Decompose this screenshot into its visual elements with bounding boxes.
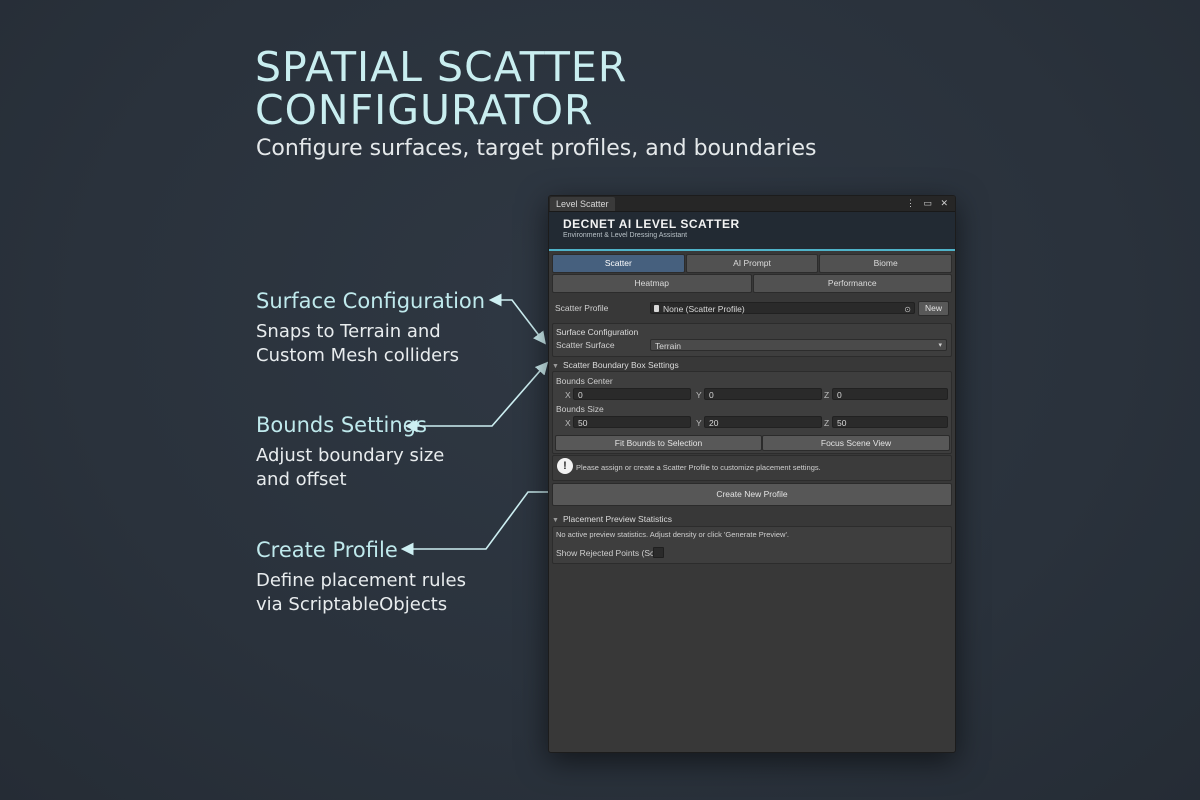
tab-row-1: Scatter AI Prompt Biome bbox=[552, 254, 953, 273]
callout-profile: Create Profile Define placement rules vi… bbox=[256, 537, 466, 617]
scatter-profile-label: Scatter Profile bbox=[555, 303, 609, 313]
window-controls[interactable]: ⋮ ▭ ✕ bbox=[906, 198, 951, 209]
callout-title: Surface Configuration bbox=[256, 289, 486, 313]
bounds-center-y[interactable]: 0 bbox=[704, 388, 822, 400]
bounds-size-y[interactable]: 20 bbox=[704, 416, 822, 428]
arrow-surface bbox=[488, 293, 546, 345]
tab-ai-prompt[interactable]: AI Prompt bbox=[685, 254, 819, 273]
bounds-center-label: Bounds Center bbox=[556, 376, 613, 386]
bounds-size-label: Bounds Size bbox=[556, 404, 604, 414]
scatter-profile-field[interactable]: None (Scatter Profile) ⊙ bbox=[650, 302, 915, 314]
tab-biome[interactable]: Biome bbox=[819, 254, 953, 273]
fit-bounds-button[interactable]: Fit Bounds to Selection bbox=[555, 435, 762, 451]
stats-message: No active preview statistics. Adjust den… bbox=[556, 530, 789, 539]
tab-scatter[interactable]: Scatter bbox=[552, 254, 685, 273]
callout-desc: Define placement rules via ScriptableObj… bbox=[256, 570, 466, 615]
level-scatter-window: Level Scatter ⋮ ▭ ✕ DECNET AI LEVEL SCAT… bbox=[548, 195, 956, 753]
tab-performance[interactable]: Performance bbox=[752, 274, 952, 293]
hero-title-line2: CONFIGURATOR bbox=[255, 86, 594, 134]
file-icon bbox=[654, 305, 659, 312]
warning-icon: ! bbox=[557, 458, 573, 474]
create-new-profile-button[interactable]: Create New Profile bbox=[552, 483, 952, 506]
scatter-surface-value: Terrain bbox=[655, 341, 681, 351]
bounds-foldout[interactable]: ▼ Scatter Boundary Box Settings bbox=[552, 360, 679, 370]
axis-y-label: Y bbox=[696, 418, 702, 428]
callout-title: Bounds Settings bbox=[256, 413, 427, 437]
tab-row-2: Heatmap Performance bbox=[552, 274, 952, 293]
bounds-size-x[interactable]: 50 bbox=[573, 416, 691, 428]
stats-heading: Placement Preview Statistics bbox=[562, 514, 673, 524]
callout-desc: Snaps to Terrain and Custom Mesh collide… bbox=[256, 321, 459, 366]
banner: DECNET AI LEVEL SCATTER Environment & Le… bbox=[549, 212, 955, 251]
scatter-surface-label: Scatter Surface bbox=[556, 340, 615, 350]
window-titlebar: Level Scatter ⋮ ▭ ✕ bbox=[549, 196, 955, 212]
bounds-size-z[interactable]: 50 bbox=[832, 416, 948, 428]
show-rejected-checkbox[interactable] bbox=[653, 547, 664, 558]
scatter-surface-dropdown[interactable]: Terrain ▾ bbox=[650, 339, 947, 351]
object-picker-icon[interactable]: ⊙ bbox=[904, 304, 911, 316]
scatter-profile-value: None (Scatter Profile) bbox=[663, 304, 745, 314]
callout-surface: Surface Configuration Snaps to Terrain a… bbox=[256, 288, 485, 368]
bounds-center-z[interactable]: 0 bbox=[832, 388, 948, 400]
surface-heading: Surface Configuration bbox=[556, 327, 639, 337]
hero-title-line1: SPATIAL SCATTER bbox=[255, 43, 628, 91]
tab-heatmap[interactable]: Heatmap bbox=[552, 274, 752, 293]
callout-desc: Adjust boundary size and offset bbox=[256, 445, 445, 490]
banner-subtitle: Environment & Level Dressing Assistant bbox=[563, 232, 688, 239]
show-rejected-label: Show Rejected Points (Sc bbox=[556, 548, 655, 558]
focus-scene-button[interactable]: Focus Scene View bbox=[762, 435, 950, 451]
bounds-center-x[interactable]: 0 bbox=[573, 388, 691, 400]
axis-y-label: Y bbox=[696, 390, 702, 400]
hero-subtitle: Configure surfaces, target profiles, and… bbox=[256, 136, 817, 161]
new-profile-button[interactable]: New bbox=[918, 301, 949, 316]
chevron-down-icon: ▾ bbox=[938, 342, 942, 349]
bounds-heading: Scatter Boundary Box Settings bbox=[562, 360, 679, 370]
foldout-triangle-icon: ▼ bbox=[552, 363, 559, 370]
hero-title: SPATIAL SCATTER CONFIGURATOR bbox=[255, 46, 855, 132]
callout-bounds: Bounds Settings Adjust boundary size and… bbox=[256, 412, 444, 492]
window-tab[interactable]: Level Scatter bbox=[550, 197, 615, 211]
axis-z-label: Z bbox=[824, 390, 830, 400]
banner-title: DECNET AI LEVEL SCATTER bbox=[563, 217, 740, 231]
warning-text: Please assign or create a Scatter Profil… bbox=[576, 463, 821, 472]
foldout-triangle-icon: ▼ bbox=[552, 517, 559, 524]
axis-x-label: X bbox=[565, 390, 571, 400]
axis-x-label: X bbox=[565, 418, 571, 428]
axis-z-label: Z bbox=[824, 418, 830, 428]
stats-foldout[interactable]: ▼ Placement Preview Statistics bbox=[552, 514, 672, 524]
callout-title: Create Profile bbox=[256, 538, 398, 562]
